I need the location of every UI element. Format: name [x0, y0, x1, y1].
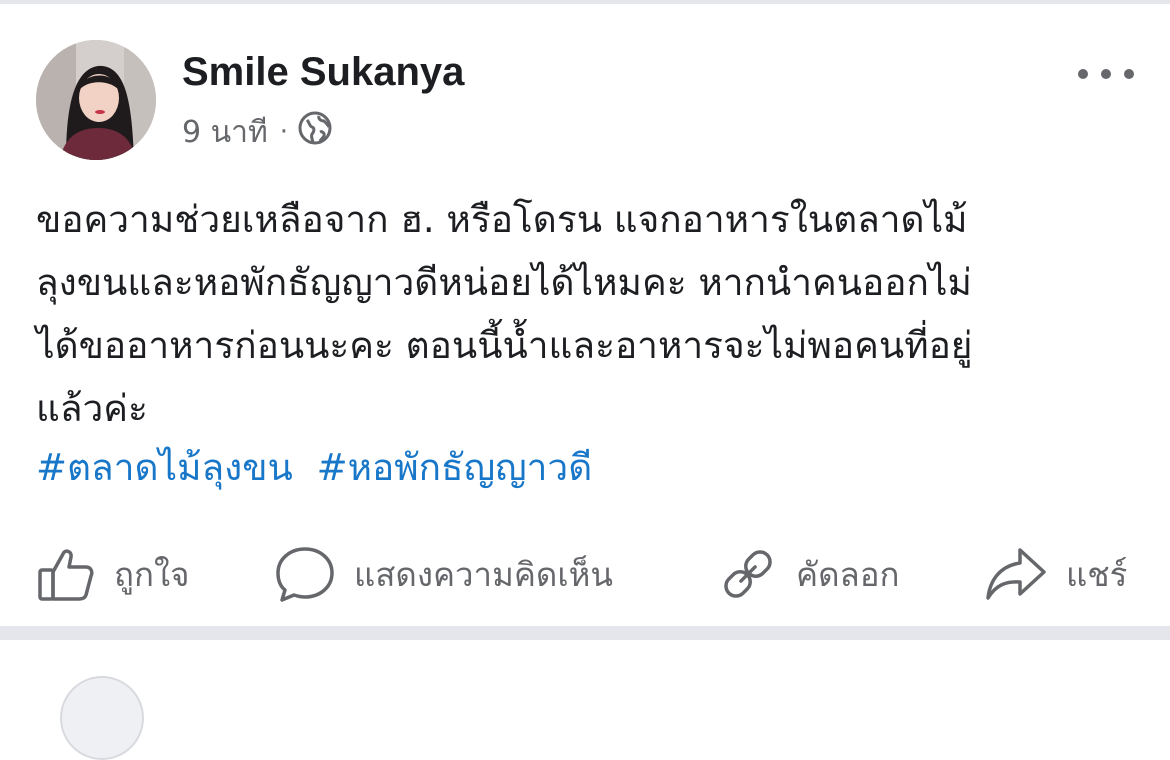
next-feed-post [0, 640, 1170, 760]
post-action-bar: ถูกใจ แสดงความคิดเห็น คัดลอก แชร์ [0, 534, 1170, 614]
next-post-avatar[interactable] [60, 676, 144, 760]
thumbs-up-icon [38, 549, 94, 601]
comment-label: แสดงความคิดเห็น [354, 554, 613, 594]
hashtag-list: #ตลาดไม้ลุงขน #หอพักธัญญาวดี [36, 436, 604, 499]
like-button[interactable]: ถูกใจ [36, 534, 189, 614]
more-dot [1124, 69, 1134, 79]
globe-icon [298, 111, 332, 153]
like-label: ถูกใจ [114, 554, 190, 594]
feed-post: Smile Sukanya 9 นาที · ขอความช่วยเหลือจา… [0, 4, 1170, 626]
more-dot [1078, 69, 1088, 79]
comment-bubble-icon [276, 547, 334, 602]
post-text-line: แล้วค่ะ [36, 387, 148, 430]
copy-link-button[interactable]: คัดลอก [718, 534, 900, 614]
share-arrow-icon [986, 548, 1046, 600]
share-label: แชร์ [1066, 554, 1128, 594]
link-icon [724, 550, 772, 598]
post-text-line: ขอความช่วยเหลือจาก ฮ. หรือโดรน แจกอาหารใ… [36, 198, 968, 241]
more-dot [1101, 69, 1111, 79]
post-text-line: ลุงขนและหอพักธัญญาวดีหน่อยได้ไหมคะ หากนำ… [36, 261, 972, 304]
post-time[interactable]: 9 นาที [182, 109, 268, 156]
comment-button[interactable]: แสดงความคิดเห็น [274, 534, 613, 614]
copy-label: คัดลอก [796, 554, 900, 594]
hashtag-link[interactable]: #หอพักธัญญาวดี [317, 446, 593, 489]
avatar-photo [36, 40, 156, 160]
post-text: ขอความช่วยเหลือจาก ฮ. หรือโดรน แจกอาหารใ… [36, 188, 1136, 440]
author-name[interactable]: Smile Sukanya [182, 50, 464, 95]
feed-divider-bottom [0, 626, 1170, 640]
meta-separator: · [279, 117, 289, 147]
post-meta: 9 นาที · [182, 111, 332, 153]
author-avatar[interactable] [36, 40, 156, 160]
more-options-icon[interactable] [1078, 60, 1134, 88]
share-button[interactable]: แชร์ [984, 534, 1127, 614]
hashtag-link[interactable]: #ตลาดไม้ลุงขน [36, 446, 293, 489]
post-text-line: ได้ขออาหารก่อนนะคะ ตอนนี้น้ำและอาหารจะไม… [36, 324, 973, 367]
